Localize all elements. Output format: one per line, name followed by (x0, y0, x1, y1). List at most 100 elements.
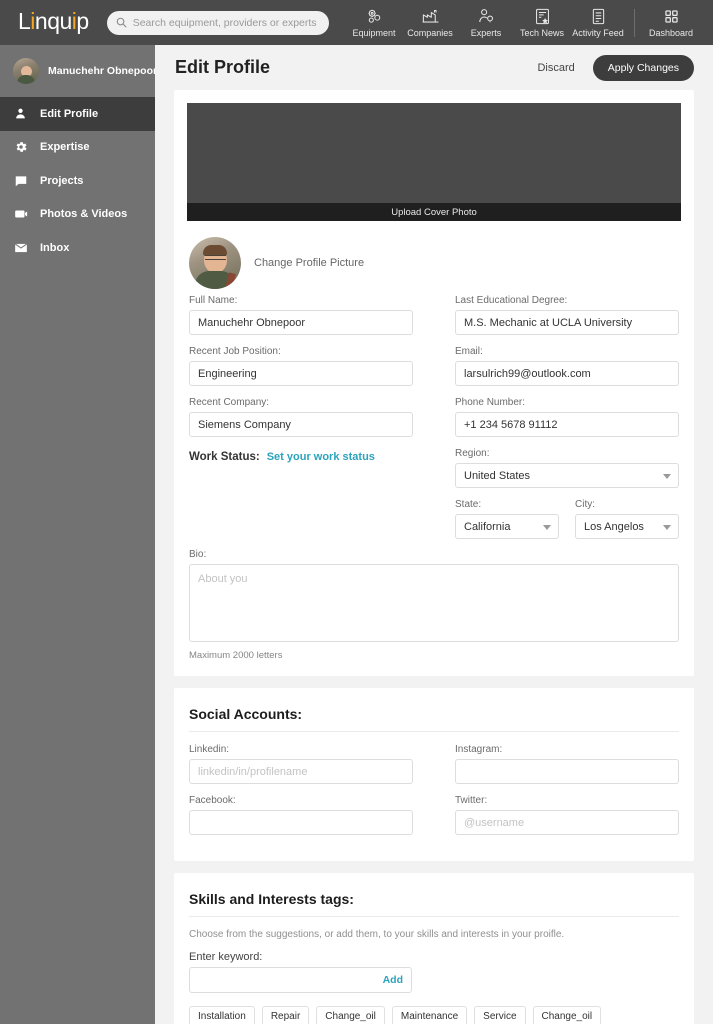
sidebar-item-label-inbox: Inbox (40, 241, 70, 254)
nav-label-experts: Experts (470, 28, 502, 38)
top-nav-items: Equipment Companies Experts Tech News Ac… (346, 7, 699, 38)
nav-label-companies: Companies (407, 28, 453, 38)
page-layout: Manuchehr Obnepoor Edit Profile Expertis… (0, 45, 713, 1024)
nav-item-activity-feed[interactable]: Activity Feed (570, 7, 626, 38)
twitter-input[interactable] (455, 810, 679, 835)
linkedin-input[interactable] (189, 759, 413, 784)
profile-right-column: Last Educational Degree: Email: Phone Nu… (455, 295, 679, 539)
field-twitter: Twitter: (455, 795, 679, 835)
job-position-input[interactable] (189, 361, 413, 386)
social-grid: Linkedin: Facebook: Instagram: Twitter: (187, 744, 681, 846)
suggestion-tag[interactable]: Repair (261, 1006, 310, 1024)
search-box[interactable] (106, 10, 329, 35)
add-keyword-button[interactable]: Add (383, 974, 403, 986)
field-job-position: Recent Job Position: (189, 346, 413, 386)
full-name-input[interactable] (189, 310, 413, 335)
nav-item-equipment[interactable]: Equipment (346, 7, 402, 38)
label-linkedin: Linkedin: (189, 744, 230, 755)
suggestion-tag[interactable]: Installation (189, 1006, 255, 1024)
news-star-icon (535, 8, 549, 25)
social-right-column: Instagram: Twitter: (455, 744, 679, 846)
apply-changes-button[interactable]: Apply Changes (592, 54, 694, 81)
label-city: City: (575, 499, 595, 510)
social-accounts-card: Social Accounts: Linkedin: Facebook: Ins… (174, 688, 694, 861)
email-field[interactable] (455, 361, 679, 386)
change-profile-picture-button[interactable]: Change Profile Picture (254, 257, 364, 269)
region-select-wrap (455, 463, 679, 488)
field-facebook: Facebook: (189, 795, 413, 835)
factory-icon (422, 10, 438, 23)
sidebar-item-edit-profile[interactable]: Edit Profile (0, 97, 155, 131)
logo-text-part3: p (76, 8, 89, 34)
upload-cover-photo-button[interactable]: Upload Cover Photo (187, 203, 681, 221)
chat-box-icon (13, 174, 28, 188)
nav-item-dashboard[interactable]: Dashboard (643, 7, 699, 38)
state-select[interactable] (455, 514, 559, 539)
envelope-icon (13, 241, 28, 255)
grid-icon (664, 10, 678, 23)
suggestion-tag[interactable]: Maintenance (391, 1006, 468, 1024)
main-content: Edit Profile Discard Apply Changes Uploa… (155, 45, 713, 1024)
keyword-input[interactable] (189, 967, 412, 993)
region-select[interactable] (455, 463, 679, 488)
skills-card: Skills and Interests tags: Choose from t… (174, 873, 694, 1024)
field-company: Recent Company: (189, 397, 413, 437)
bio-textarea[interactable] (189, 564, 679, 642)
sidebar-user-block[interactable]: Manuchehr Obnepoor (0, 45, 157, 97)
skills-description: Choose from the suggestions, or add them… (189, 929, 565, 940)
bio-hint: Maximum 2000 letters (189, 650, 283, 661)
profile-card: Upload Cover Photo Change Profile Pictur… (174, 90, 694, 676)
company-input[interactable] (189, 412, 413, 437)
nav-item-tech-news[interactable]: Tech News (514, 7, 570, 38)
cover-photo-area[interactable]: Upload Cover Photo (187, 103, 681, 221)
media-icon (13, 207, 28, 221)
profile-left-column: Full Name: Recent Job Position: Recent C… (189, 295, 413, 539)
discard-button[interactable]: Discard (535, 58, 576, 78)
label-enter-keyword: Enter keyword: (189, 951, 263, 963)
nav-label-tech-news: Tech News (519, 28, 564, 38)
facebook-input[interactable] (189, 810, 413, 835)
city-select[interactable] (575, 514, 679, 539)
label-twitter: Twitter: (455, 795, 488, 806)
skills-divider (189, 916, 679, 917)
sidebar: Manuchehr Obnepoor Edit Profile Expertis… (0, 45, 157, 1024)
state-select-wrap (455, 514, 559, 539)
label-degree: Last Educational Degree: (455, 295, 568, 306)
skills-title: Skills and Interests tags: (189, 891, 354, 907)
profile-columns: Full Name: Recent Job Position: Recent C… (187, 295, 681, 539)
label-company: Recent Company: (189, 397, 270, 408)
search-input[interactable] (132, 16, 320, 29)
field-instagram: Instagram: (455, 744, 679, 784)
expert-person-icon (478, 9, 493, 23)
sidebar-item-inbox[interactable]: Inbox (0, 231, 155, 265)
nav-label-activity-feed: Activity Feed (572, 28, 624, 38)
sidebar-item-photos-videos[interactable]: Photos & Videos (0, 198, 155, 232)
sidebar-item-expertise[interactable]: Expertise (0, 131, 155, 165)
nav-label-dashboard: Dashboard (648, 28, 694, 38)
activity-list-icon (592, 8, 604, 25)
social-accounts-title: Social Accounts: (189, 706, 303, 722)
suggestion-tag[interactable]: Change_oil (316, 1006, 385, 1024)
suggestion-tag[interactable]: Change_oil (532, 1006, 602, 1024)
label-email: Email: (455, 346, 483, 357)
suggestion-tag[interactable]: Service (474, 1006, 526, 1024)
state-city-row: State: City: (455, 499, 679, 539)
sidebar-item-projects[interactable]: Projects (0, 164, 155, 198)
label-region: Region: (455, 448, 490, 459)
instagram-input[interactable] (455, 759, 679, 784)
phone-input[interactable] (455, 412, 679, 437)
search-icon (116, 17, 127, 28)
linquip-logo[interactable]: Linquip (18, 8, 89, 35)
label-instagram: Instagram: (455, 744, 503, 755)
sidebar-item-label-expertise: Expertise (40, 141, 90, 154)
suggested-tags-row: Installation Repair Change_oil Maintenan… (187, 993, 681, 1024)
logo-text-part1: L (18, 8, 31, 34)
profile-avatar (189, 237, 241, 289)
sidebar-item-label-photos-videos: Photos & Videos (40, 208, 128, 221)
page-title: Edit Profile (175, 57, 271, 77)
set-work-status-link[interactable]: Set your work status (267, 451, 375, 463)
degree-input[interactable] (455, 310, 679, 335)
nav-item-companies[interactable]: Companies (402, 7, 458, 38)
nav-item-experts[interactable]: Experts (458, 7, 514, 38)
field-email: Email: (455, 346, 679, 386)
